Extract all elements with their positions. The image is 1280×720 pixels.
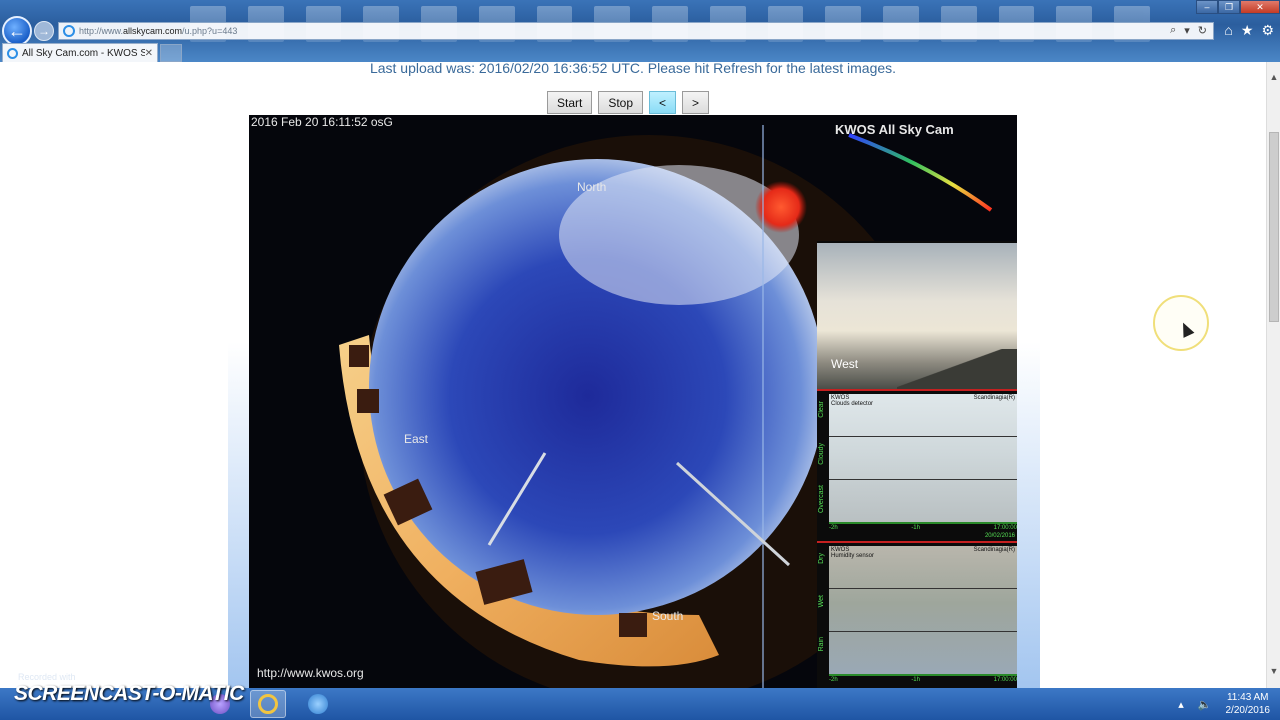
east-label: East [404,432,429,446]
playback-controls: Start Stop < > [547,91,710,114]
back-arrow-icon: ← [8,20,26,41]
webcam-label: West [831,357,859,371]
humidity-brand: Scandinagia(R) [973,547,1015,553]
scroll-up-icon[interactable]: ▲ [1267,70,1280,84]
humidity-level-wet: Wet [818,595,825,608]
skycam-timestamp: 2016 Feb 20 16:11:52 osG [251,115,393,129]
tab-favicon-icon [7,47,18,59]
previous-button[interactable]: < [649,91,677,114]
clouds-level-cloudy: Cloudy [818,443,825,465]
address-bar[interactable]: http://www.allskycam.com/u.php?u=443 ⌕ ▾… [58,22,1214,40]
clock-date: 2/20/2016 [1225,705,1271,716]
watermark-brand-text: SCREENCAST-O-MATIC [14,682,244,705]
tab-title: All Sky Cam.com - KWOS S... [22,47,145,59]
settings-gear-icon[interactable]: ⚙ [1261,22,1274,39]
clouds-axis-start: -2h [829,525,838,531]
next-button[interactable]: > [682,91,710,114]
humidity-axis-start: -2h [829,677,838,683]
clouds-level-overcast: Overcast [818,485,825,514]
minimize-button[interactable]: – [1196,0,1218,14]
humidity-sensor-chart: KWOS Humidity sensor Scandinagia(R) Dry … [817,543,1017,688]
stop-button[interactable]: Stop [598,91,644,114]
clouds-date: 20/02/2016 [984,533,1015,539]
humidity-level-dry: Dry [818,553,825,564]
screencast-watermark: Recorded with SCREENCAST-O-MATIC [14,672,244,706]
search-icon[interactable]: ⌕ [1170,24,1176,37]
sensor-panel: West KWOS Clouds detector Scandinagia(R)… [817,241,1017,688]
app-icon [308,694,328,714]
volume-icon[interactable]: 🔈 [1198,698,1212,711]
south-label: South [652,609,684,623]
scroll-thumb[interactable] [1269,132,1279,322]
taskbar-app-other[interactable] [300,690,336,718]
browser-chrome: ← → http://www.allskycam.com/u.php?u=443… [0,0,1280,62]
back-button[interactable]: ← [2,16,32,46]
humidity-sensor: Humidity sensor [831,553,875,559]
west-webcam: West [817,243,1017,391]
allsky-image: 2016 Feb 20 16:11:52 osG KWOS All Sky Ca… [249,115,1017,688]
skycam-title: KWOS All Sky Cam [835,122,954,137]
restore-button[interactable]: ❐ [1218,0,1240,14]
humidity-axis-end: 17:00:00 [993,677,1017,683]
start-button[interactable]: Start [547,91,593,114]
page-viewport: Last upload was: 2016/02/20 16:36:52 UTC… [0,62,1266,688]
clouds-axis-mid: -1h [911,525,920,531]
taskbar-app-internet-explorer[interactable] [250,690,286,718]
ie-favicon-icon [63,25,75,37]
clouds-detector-chart: KWOS Clouds detector Scandinagia(R) Clea… [817,391,1017,543]
clouds-brand: Scandinagia(R) [973,395,1015,401]
humidity-axis-mid: -1h [911,677,920,683]
taskbar-clock[interactable]: 11:43 AM 2/20/2016 [1226,691,1271,717]
address-url[interactable]: http://www.allskycam.com/u.php?u=443 [79,26,237,36]
clock-time: 11:43 AM [1226,692,1269,703]
humidity-level-rain: Rain [818,637,825,652]
new-tab-button[interactable] [160,44,182,62]
upload-message: Last upload was: 2016/02/20 16:36:52 UTC… [369,62,897,76]
tab-close-icon[interactable]: ✕ [145,48,153,59]
system-tray: ▴ 🔈 11:43 AM 2/20/2016 [1178,691,1270,717]
watermark-recorded-text: Recorded with [18,672,76,682]
clouds-axis-end: 17:00:00 [993,525,1017,531]
dropdown-icon[interactable]: ▾ [1184,24,1190,37]
site-url: http://www.kwos.org [257,666,364,680]
refresh-icon[interactable]: ↻ [1198,24,1207,37]
browser-tab[interactable]: All Sky Cam.com - KWOS S... ✕ [2,43,158,62]
close-window-button[interactable]: ✕ [1240,0,1280,14]
home-icon[interactable]: ⌂ [1224,22,1232,39]
north-label: North [577,180,607,194]
show-hidden-icons-icon[interactable]: ▴ [1178,698,1184,711]
vertical-scrollbar[interactable]: ▲ ▼ [1266,62,1280,688]
scroll-down-icon[interactable]: ▼ [1267,664,1280,678]
clouds-sensor: Clouds detector [831,401,874,407]
clouds-level-clear: Clear [818,401,825,418]
internet-explorer-icon [258,694,278,714]
window-controls: – ❐ ✕ [1196,0,1280,14]
favorites-star-icon[interactable]: ★ [1241,22,1254,39]
forward-button[interactable]: → [34,21,54,41]
forward-arrow-icon: → [38,24,50,38]
